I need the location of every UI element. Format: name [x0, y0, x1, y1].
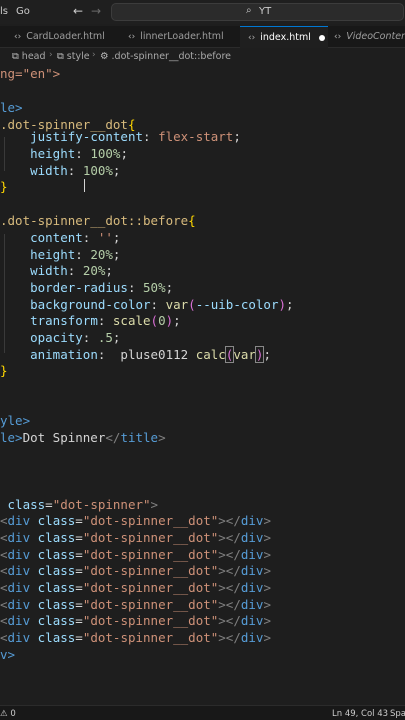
breadcrumb: › ⧉head › ⧉style › ⚙.dot-spinner__dot::b… [0, 49, 405, 65]
tab-linnerloader[interactable]: ‹› linnerLoader.html [128, 26, 224, 48]
menu-item-selection[interactable]: ls [0, 6, 8, 17]
code-line: <div class="dot-spinner__dot"></div> [0, 530, 271, 545]
code-line: content: ''; [30, 230, 121, 245]
cursor-position[interactable]: Ln 49, Col 43 [332, 709, 388, 719]
search-icon: ⌕ [246, 5, 252, 16]
html-file-icon: ‹› [14, 32, 22, 42]
code-line: <div class="dot-spinner__dot"></div> [0, 563, 271, 578]
mouse-ibeam-cursor [84, 179, 90, 192]
code-line: width: 100%; [30, 163, 121, 178]
code-line: ng="en"> [0, 66, 61, 81]
unsaved-dot-icon[interactable] [318, 34, 325, 41]
code-line: le>Dot Spinner</title> [0, 430, 166, 445]
status-bar: ⚠ 0 Ln 49, Col 43 Spa [0, 705, 405, 720]
code-line: yle> [0, 413, 31, 428]
breadcrumb-label: .dot-spinner__dot::before [111, 51, 232, 62]
command-center-search[interactable]: ⌕ YT [111, 3, 404, 21]
breadcrumb-label: head [21, 51, 46, 62]
code-line: <div class="dot-spinner__dot"></div> [0, 580, 271, 595]
breadcrumb-item-style[interactable]: ⧉ style [57, 51, 90, 62]
breadcrumb-item-selector[interactable]: ⚙ .dot-spinner__dot::before [100, 51, 231, 62]
code-line: width: 20%; [30, 263, 113, 278]
code-line: .dot-spinner__dot::before{ [0, 213, 196, 228]
code-line: height: 20%; [30, 247, 121, 262]
code-line: height: 100%; [30, 146, 128, 161]
indentation-setting[interactable]: Spa [390, 709, 405, 719]
tab-label: CardLoader.html [26, 31, 105, 42]
tab-label: index.html [260, 32, 311, 43]
breadcrumb-label: style [66, 51, 90, 62]
code-line: le> [0, 100, 23, 115]
search-text: YT [259, 6, 272, 17]
code-line: <div class="dot-spinner__dot"></div> [0, 547, 271, 562]
tab-label: VideoContent.t [346, 31, 405, 42]
problems-indicator[interactable]: ⚠ 0 [0, 709, 16, 719]
html-file-icon: ‹› [128, 32, 136, 42]
code-line: <div class="dot-spinner__dot"></div> [0, 613, 271, 628]
chevron-right-icon: › [49, 50, 53, 60]
code-line: } [0, 179, 8, 194]
forward-arrow-icon[interactable]: → [91, 4, 101, 18]
css-rule-icon: ⚙ [100, 51, 109, 62]
code-line: <div class="dot-spinner__dot"></div> [0, 630, 271, 645]
html-file-icon: ‹› [334, 32, 342, 42]
code-line: opacity: .5; [30, 330, 121, 345]
code-line: } [0, 363, 8, 378]
code-line: transform: scale(0); [30, 313, 181, 328]
tab-index-html[interactable]: ‹› index.html [240, 26, 328, 48]
tab-cardloader[interactable]: ‹› CardLoader.html [14, 26, 105, 48]
chevron-right-icon: › [92, 50, 96, 60]
code-line: <div class="dot-spinner__dot"></div> [0, 513, 271, 528]
code-line: justify-content: flex-start; [30, 129, 241, 144]
menu-item-go[interactable]: Go [16, 6, 30, 17]
code-line: border-radius: 50%; [30, 280, 174, 295]
code-line: animation: pluse0112 calc(var); [30, 346, 271, 363]
code-editor[interactable]: ng="en"> le> .dot-spinner__dot{ justify-… [0, 65, 405, 705]
editor-tab-bar: ‹› CardLoader.html ‹› linnerLoader.html ‹›… [0, 26, 405, 48]
breadcrumb-item-head[interactable]: ⧉ head [12, 51, 46, 62]
element-icon: ⧉ [12, 51, 19, 62]
html-file-icon: ‹› [248, 33, 256, 43]
tab-videocontent[interactable]: ‹› VideoContent.t [334, 26, 405, 48]
title-bar: ls Go ← → ⌕ YT [0, 0, 405, 24]
back-arrow-icon[interactable]: ← [73, 4, 83, 18]
tab-label: linnerLoader.html [140, 31, 224, 42]
code-line: v> [0, 647, 16, 662]
code-line: class="dot-spinner"> [7, 497, 159, 512]
code-line: background-color: var(--uib-color); [30, 297, 294, 312]
element-icon: ⧉ [57, 51, 64, 62]
code-line: <div class="dot-spinner__dot"></div> [0, 597, 271, 612]
